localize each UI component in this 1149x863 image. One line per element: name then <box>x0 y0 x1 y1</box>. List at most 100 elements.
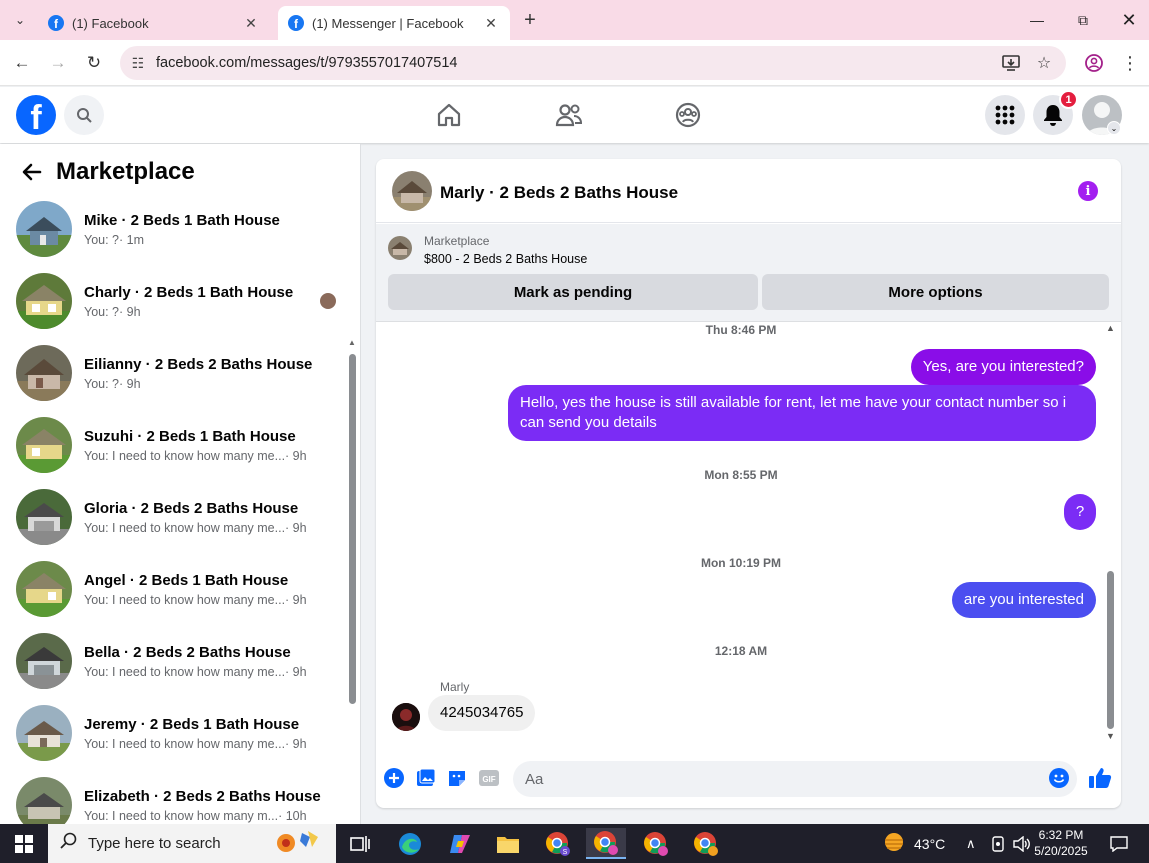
notification-center-icon[interactable] <box>1110 824 1128 863</box>
plus-actions-icon[interactable] <box>383 767 405 789</box>
conversation-item[interactable]: Eilianny · 2 Beds 2 Baths House You: ? ·… <box>16 343 336 403</box>
conversation-preview: You: I need to know how many me... <box>84 736 286 751</box>
conversation-item[interactable]: Jeremy · 2 Beds 1 Bath House You: I need… <box>16 703 336 763</box>
conversation-preview: You: ? <box>84 232 119 247</box>
conversation-item[interactable]: Suzuhi · 2 Beds 1 Bath House You: I need… <box>16 415 336 475</box>
incoming-message[interactable]: 4245034765 <box>428 695 536 731</box>
scrollbar-thumb[interactable] <box>349 354 356 704</box>
conversation-time: · 10h <box>278 808 307 823</box>
outgoing-message[interactable]: ? <box>1064 494 1096 530</box>
facebook-logo-icon[interactable]: f <box>16 95 56 135</box>
browser-tab-facebook[interactable]: f (1) Facebook ✕ <box>38 6 270 40</box>
taskbar-search-box[interactable]: Type here to search <box>48 824 336 863</box>
back-icon[interactable]: ← <box>9 50 35 76</box>
back-arrow-icon[interactable] <box>16 156 48 188</box>
conversation-name: Eilianny · 2 Beds 2 Baths House <box>84 355 313 373</box>
tab-title: (1) Messenger | Facebook <box>312 15 464 31</box>
weather-widget[interactable]: 43°C <box>882 824 945 863</box>
conversation-preview: You: I need to know how many me... <box>84 664 286 679</box>
tab-search-chevron-icon[interactable]: ⌄ <box>8 8 32 32</box>
site-settings-icon[interactable]: ☷ <box>120 55 156 72</box>
search-icon[interactable] <box>64 95 104 135</box>
show-hidden-icons-chevron-icon[interactable]: ∧ <box>966 824 976 863</box>
conversation-name: Mike · 2 Beds 1 Bath House <box>84 211 280 229</box>
chrome-profile-s-icon[interactable]: S <box>538 828 578 859</box>
conversation-item[interactable]: Elizabeth · 2 Beds 2 Baths House You: I … <box>16 775 336 824</box>
sender-avatar[interactable] <box>392 703 420 731</box>
chat-title[interactable]: Marly · 2 Beds 2 Baths House <box>440 183 678 203</box>
more-options-button[interactable]: More options <box>762 274 1109 310</box>
search-highlight-flower-icon[interactable] <box>268 827 326 860</box>
copilot-icon[interactable] <box>440 828 480 859</box>
emoji-icon[interactable] <box>1048 767 1070 789</box>
conversation-item[interactable]: Mike · 2 Beds 1 Bath House You: ? · 1m <box>16 199 336 259</box>
groups-icon[interactable] <box>672 99 704 131</box>
reload-icon[interactable]: ↻ <box>81 50 107 76</box>
url-text[interactable]: facebook.com/messages/t/9793557017407514 <box>156 55 458 71</box>
account-chevron-icon[interactable]: ⌄ <box>1107 121 1121 135</box>
omnibox[interactable]: ☷ facebook.com/messages/t/97935570174075… <box>120 46 1066 80</box>
sticker-icon[interactable] <box>446 767 468 789</box>
new-tab-icon[interactable]: + <box>518 8 542 32</box>
bookmark-star-icon[interactable]: ☆ <box>1029 46 1059 80</box>
listing-thumbnail[interactable] <box>392 171 432 211</box>
forward-icon[interactable]: → <box>45 50 71 76</box>
outgoing-message[interactable]: are you interested <box>951 582 1096 618</box>
scroll-down-icon[interactable]: ▼ <box>1106 731 1115 741</box>
conversation-name: Angel · 2 Beds 1 Bath House <box>84 571 289 589</box>
mark-as-pending-button[interactable]: Mark as pending <box>388 274 758 310</box>
browser-menu-icon[interactable]: ⋮ <box>1117 50 1143 76</box>
marketplace-inbox-panel: Marketplace Mike · 2 Beds 1 Bath House Y… <box>0 144 361 824</box>
scroll-up-icon[interactable]: ▲ <box>1106 323 1115 333</box>
chrome-profile-2-icon[interactable] <box>636 828 676 859</box>
timestamp: Mon 10:19 PM <box>700 556 781 570</box>
conversation-time: · 9h <box>285 736 307 751</box>
gif-icon[interactable]: GIF <box>478 767 500 789</box>
scroll-up-icon[interactable]: ▲ <box>348 338 356 347</box>
browser-tab-messenger[interactable]: f (1) Messenger | Facebook ✕ <box>278 6 510 40</box>
info-icon[interactable]: i <box>1078 181 1098 201</box>
temperature-text: 43°C <box>914 835 946 852</box>
listing-thumbnail <box>16 777 72 824</box>
windows-start-icon[interactable] <box>0 824 48 863</box>
conversation-item[interactable]: Charly · 2 Beds 1 Bath House You: ? · 9h <box>16 271 336 331</box>
chrome-profile-3-icon[interactable] <box>686 828 726 859</box>
like-thumbs-up-icon[interactable] <box>1088 767 1112 789</box>
friends-icon[interactable] <box>553 99 585 131</box>
listing-thumbnail <box>16 561 72 617</box>
outgoing-message[interactable]: Hello, yes the house is still available … <box>508 385 1096 441</box>
conversation-item[interactable]: Angel · 2 Beds 1 Bath House You: I need … <box>16 559 336 619</box>
listing-price-title[interactable]: $800 - 2 Beds 2 Baths House <box>424 252 587 266</box>
close-tab-icon[interactable]: ✕ <box>242 15 260 32</box>
minimize-icon[interactable]: — <box>1014 0 1060 40</box>
weather-sun-icon <box>882 832 906 855</box>
install-app-icon[interactable] <box>996 46 1026 80</box>
conversation-preview: You: ? <box>84 376 119 391</box>
volume-icon[interactable] <box>1013 824 1031 863</box>
chat-header: Marly · 2 Beds 2 Baths House i <box>376 159 1121 223</box>
task-view-icon[interactable] <box>340 828 380 859</box>
conversation-time: · 9h <box>119 376 141 391</box>
message-input[interactable] <box>513 761 1077 797</box>
profile-icon[interactable] <box>1081 50 1107 76</box>
timestamp: Mon 8:55 PM <box>704 468 778 482</box>
restore-icon[interactable]: ⧉ <box>1060 0 1106 40</box>
home-icon[interactable] <box>433 99 465 131</box>
menu-grid-icon[interactable] <box>985 95 1025 135</box>
outgoing-message[interactable]: Yes, are you interested? <box>910 349 1096 385</box>
meet-now-icon[interactable] <box>991 824 1007 863</box>
conversation-name: Jeremy · 2 Beds 1 Bath House <box>84 715 300 733</box>
system-clock[interactable]: 6:32 PM 5/20/2025 <box>1030 827 1092 859</box>
listing-thumbnail <box>16 417 72 473</box>
close-tab-icon[interactable]: ✕ <box>482 15 500 32</box>
conversation-item[interactable]: Gloria · 2 Beds 2 Baths House You: I nee… <box>16 487 336 547</box>
conversation-item[interactable]: Bella · 2 Beds 2 Baths House You: I need… <box>16 631 336 691</box>
close-window-icon[interactable]: ✕ <box>1106 0 1149 40</box>
photo-attach-icon[interactable] <box>415 767 437 789</box>
file-explorer-icon[interactable] <box>488 828 528 859</box>
chrome-active-icon[interactable] <box>586 828 626 859</box>
conversation-list-scrollbar[interactable]: ▲ <box>347 338 357 704</box>
scrollbar-thumb[interactable] <box>1107 571 1114 729</box>
chat-scrollbar[interactable]: ▲ ▼ <box>1105 323 1117 743</box>
edge-browser-icon[interactable] <box>390 828 430 859</box>
